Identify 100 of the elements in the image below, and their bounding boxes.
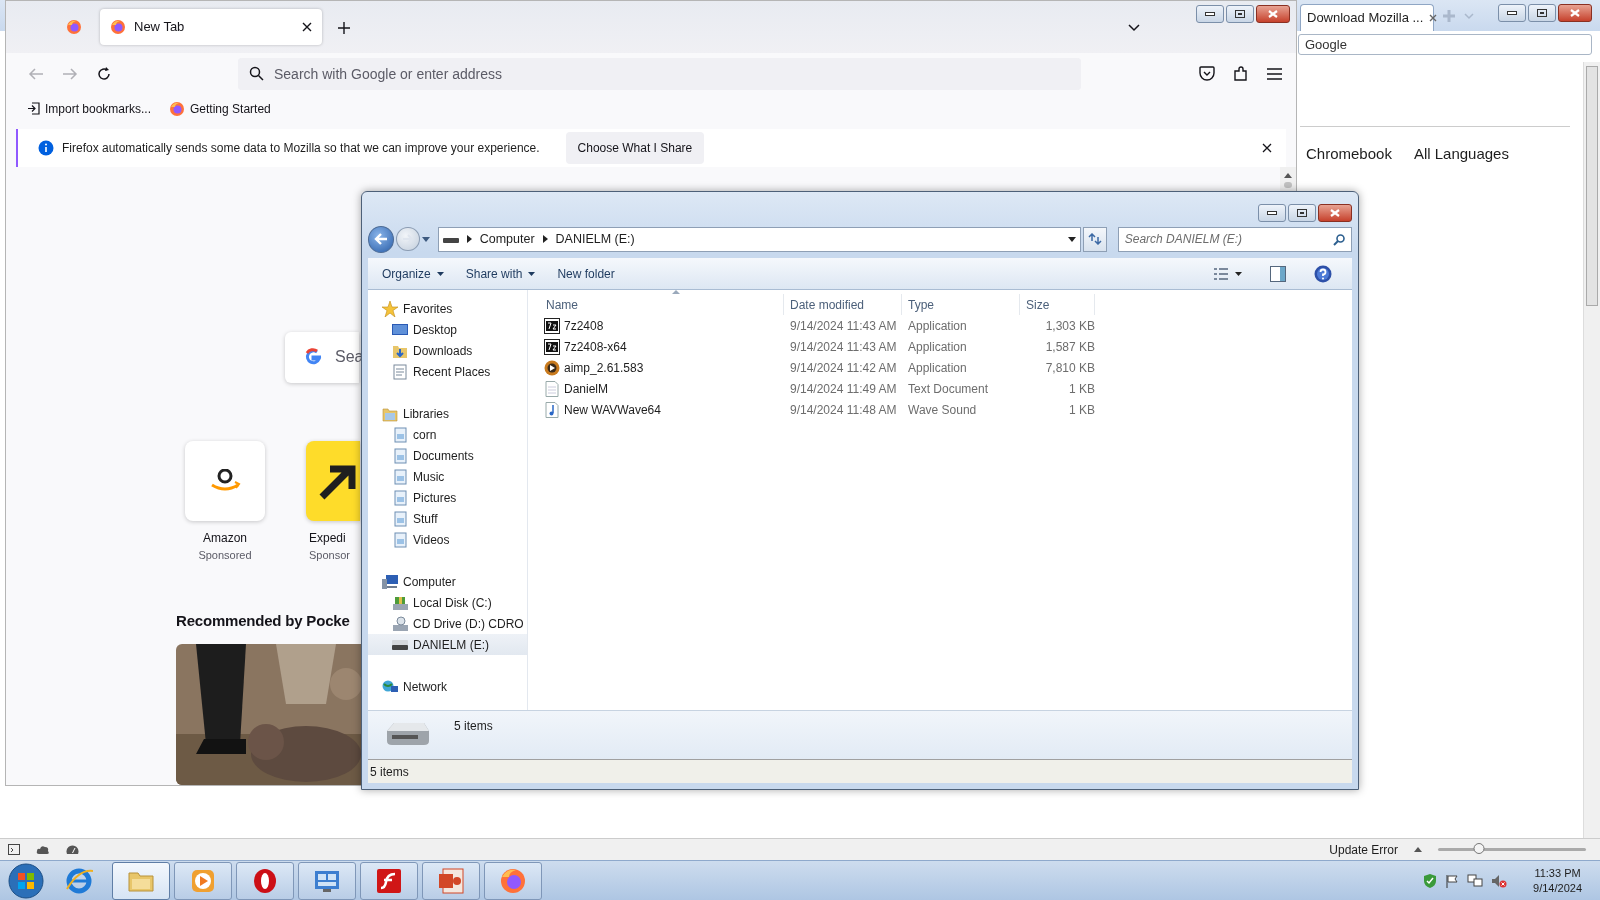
toolbar-button[interactable]: Share with (457, 261, 544, 286)
minimize-button[interactable] (1258, 204, 1286, 222)
pocket-icon[interactable] (1199, 66, 1215, 82)
minimize-icon (1267, 211, 1277, 215)
close-icon[interactable] (302, 21, 312, 32)
zoom-slider[interactable] (1473, 843, 1485, 854)
taskbar-button[interactable] (360, 861, 418, 900)
shield-icon[interactable] (1423, 872, 1438, 889)
new-tab-icon[interactable] (338, 21, 350, 34)
computer-icon (382, 573, 398, 590)
nav-link[interactable]: Chromebook (1306, 143, 1392, 166)
bookmark[interactable]: Import bookmarks... (24, 97, 155, 120)
column-header[interactable]: Date modified (784, 294, 902, 316)
close-button[interactable] (1558, 4, 1592, 22)
toolbar-button[interactable]: New folder (549, 261, 623, 286)
nav-item[interactable]: Libraries (368, 403, 527, 425)
shortcut-tile[interactable] (306, 441, 360, 522)
taskbar-button[interactable] (422, 861, 480, 900)
minimize-button[interactable] (1498, 4, 1526, 22)
nav-item[interactable]: Documents (368, 445, 527, 467)
scrollbar-thumb[interactable] (1284, 181, 1292, 188)
network-icon[interactable] (1467, 873, 1484, 888)
date-cell-text: 9/14/2024 11:43 AM (789, 317, 898, 335)
disk-icon (392, 594, 408, 611)
notification-button[interactable]: Choose What I Share (565, 131, 705, 164)
maximize-button[interactable] (1528, 4, 1556, 22)
start-button[interactable] (6, 861, 46, 900)
nav-item[interactable]: Computer (368, 571, 527, 593)
up-arrow-icon[interactable] (1414, 847, 1422, 852)
nav-item[interactable]: DANIELM (E:) (368, 634, 527, 656)
nav-item[interactable]: Local Disk (C:) (368, 592, 527, 614)
date-cell-text: 9/14/2024 11:49 AM (789, 380, 898, 398)
breadcrumb-item[interactable]: Computer (479, 229, 535, 249)
column-header[interactable]: Type (902, 294, 1020, 316)
back-button[interactable] (368, 225, 395, 253)
maximize-button[interactable] (1226, 5, 1254, 23)
nav-item[interactable]: Pictures (368, 487, 527, 509)
shortcut-title: Expedi (309, 530, 346, 548)
nav-item[interactable]: Recent Places (368, 361, 527, 383)
file-name[interactable]: 7z2408 (564, 316, 604, 335)
volume-muted-icon[interactable] (1491, 873, 1508, 888)
star-icon (382, 300, 398, 317)
breadcrumb-item[interactable]: DANIELM (E:) (555, 229, 635, 249)
clock[interactable]: 11:33 PM 9/14/2024 (1533, 865, 1582, 896)
history-dropdown-icon[interactable] (421, 236, 430, 242)
taskbar-button[interactable] (236, 861, 294, 900)
minimize-button[interactable] (1196, 5, 1224, 23)
nav-item[interactable]: Network (368, 676, 527, 698)
nav-item[interactable]: Favorites (368, 298, 527, 320)
file-name[interactable]: DanielM (564, 379, 608, 398)
tab-list-icon[interactable] (1128, 23, 1140, 32)
taskbar-button[interactable] (174, 861, 232, 900)
taskbar-button[interactable] (112, 861, 170, 900)
nav-item[interactable]: CD Drive (D:) CDRO (368, 613, 527, 635)
close-icon[interactable] (1262, 142, 1272, 153)
library-icon (392, 531, 408, 548)
text-file-icon (544, 380, 560, 397)
taskbar-button[interactable] (298, 861, 356, 900)
shortcut-tile[interactable] (185, 441, 265, 522)
up-arrow-icon (1284, 172, 1292, 178)
nav-link[interactable]: All Languages (1413, 143, 1509, 166)
nav-item[interactable]: Stuff (368, 508, 527, 530)
browser-icon (65, 866, 93, 895)
bookmark[interactable]: Getting Started (166, 97, 274, 120)
close-button[interactable] (1318, 204, 1352, 222)
browser-tab[interactable]: Download Mozilla ... (1300, 4, 1434, 31)
flag-icon[interactable] (1445, 873, 1460, 888)
dropdown-icon[interactable] (1068, 236, 1077, 242)
address-bar[interactable]: Computer DANIELM (E:) (437, 226, 1082, 252)
maximize-icon (1235, 10, 1245, 18)
nav-item[interactable]: Desktop (368, 319, 527, 341)
nav-item[interactable]: Videos (368, 529, 527, 551)
menu-icon[interactable] (1267, 67, 1282, 80)
preview-pane-icon[interactable] (1270, 265, 1286, 282)
refresh-icon (1088, 233, 1102, 246)
toolbar-button[interactable]: Organize (374, 261, 452, 286)
reload-icon[interactable] (96, 65, 112, 82)
status-text: 5 items (370, 763, 409, 781)
size-cell-text: 1,587 KB (1044, 338, 1095, 356)
file-name[interactable]: aimp_2.61.583 (564, 358, 644, 377)
scrollbar[interactable] (1583, 62, 1600, 838)
nav-item[interactable]: corn (368, 424, 527, 446)
nav-item[interactable]: Music (368, 466, 527, 488)
extensions-icon[interactable] (1233, 65, 1249, 82)
browser-tab[interactable]: New Tab (100, 8, 322, 45)
search-field[interactable]: Google (1298, 34, 1592, 55)
file-name[interactable]: 7z2408-x64 (564, 337, 627, 356)
view-icon[interactable] (1213, 266, 1229, 281)
nav-item[interactable]: Downloads (368, 340, 527, 362)
close-button[interactable] (1256, 5, 1290, 23)
column-header[interactable]: Size (1020, 294, 1095, 316)
size-cell-text: 1 KB (1068, 380, 1095, 398)
refresh-button[interactable] (1083, 226, 1107, 252)
file-name[interactable]: New WAVWave64 (564, 400, 661, 419)
help-icon[interactable] (1314, 264, 1332, 283)
gauge-icon (66, 844, 79, 855)
maximize-button[interactable] (1288, 204, 1316, 222)
taskbar-button[interactable] (484, 861, 542, 900)
status-text: Update Error (1329, 841, 1398, 859)
caret-icon[interactable] (1235, 271, 1242, 276)
